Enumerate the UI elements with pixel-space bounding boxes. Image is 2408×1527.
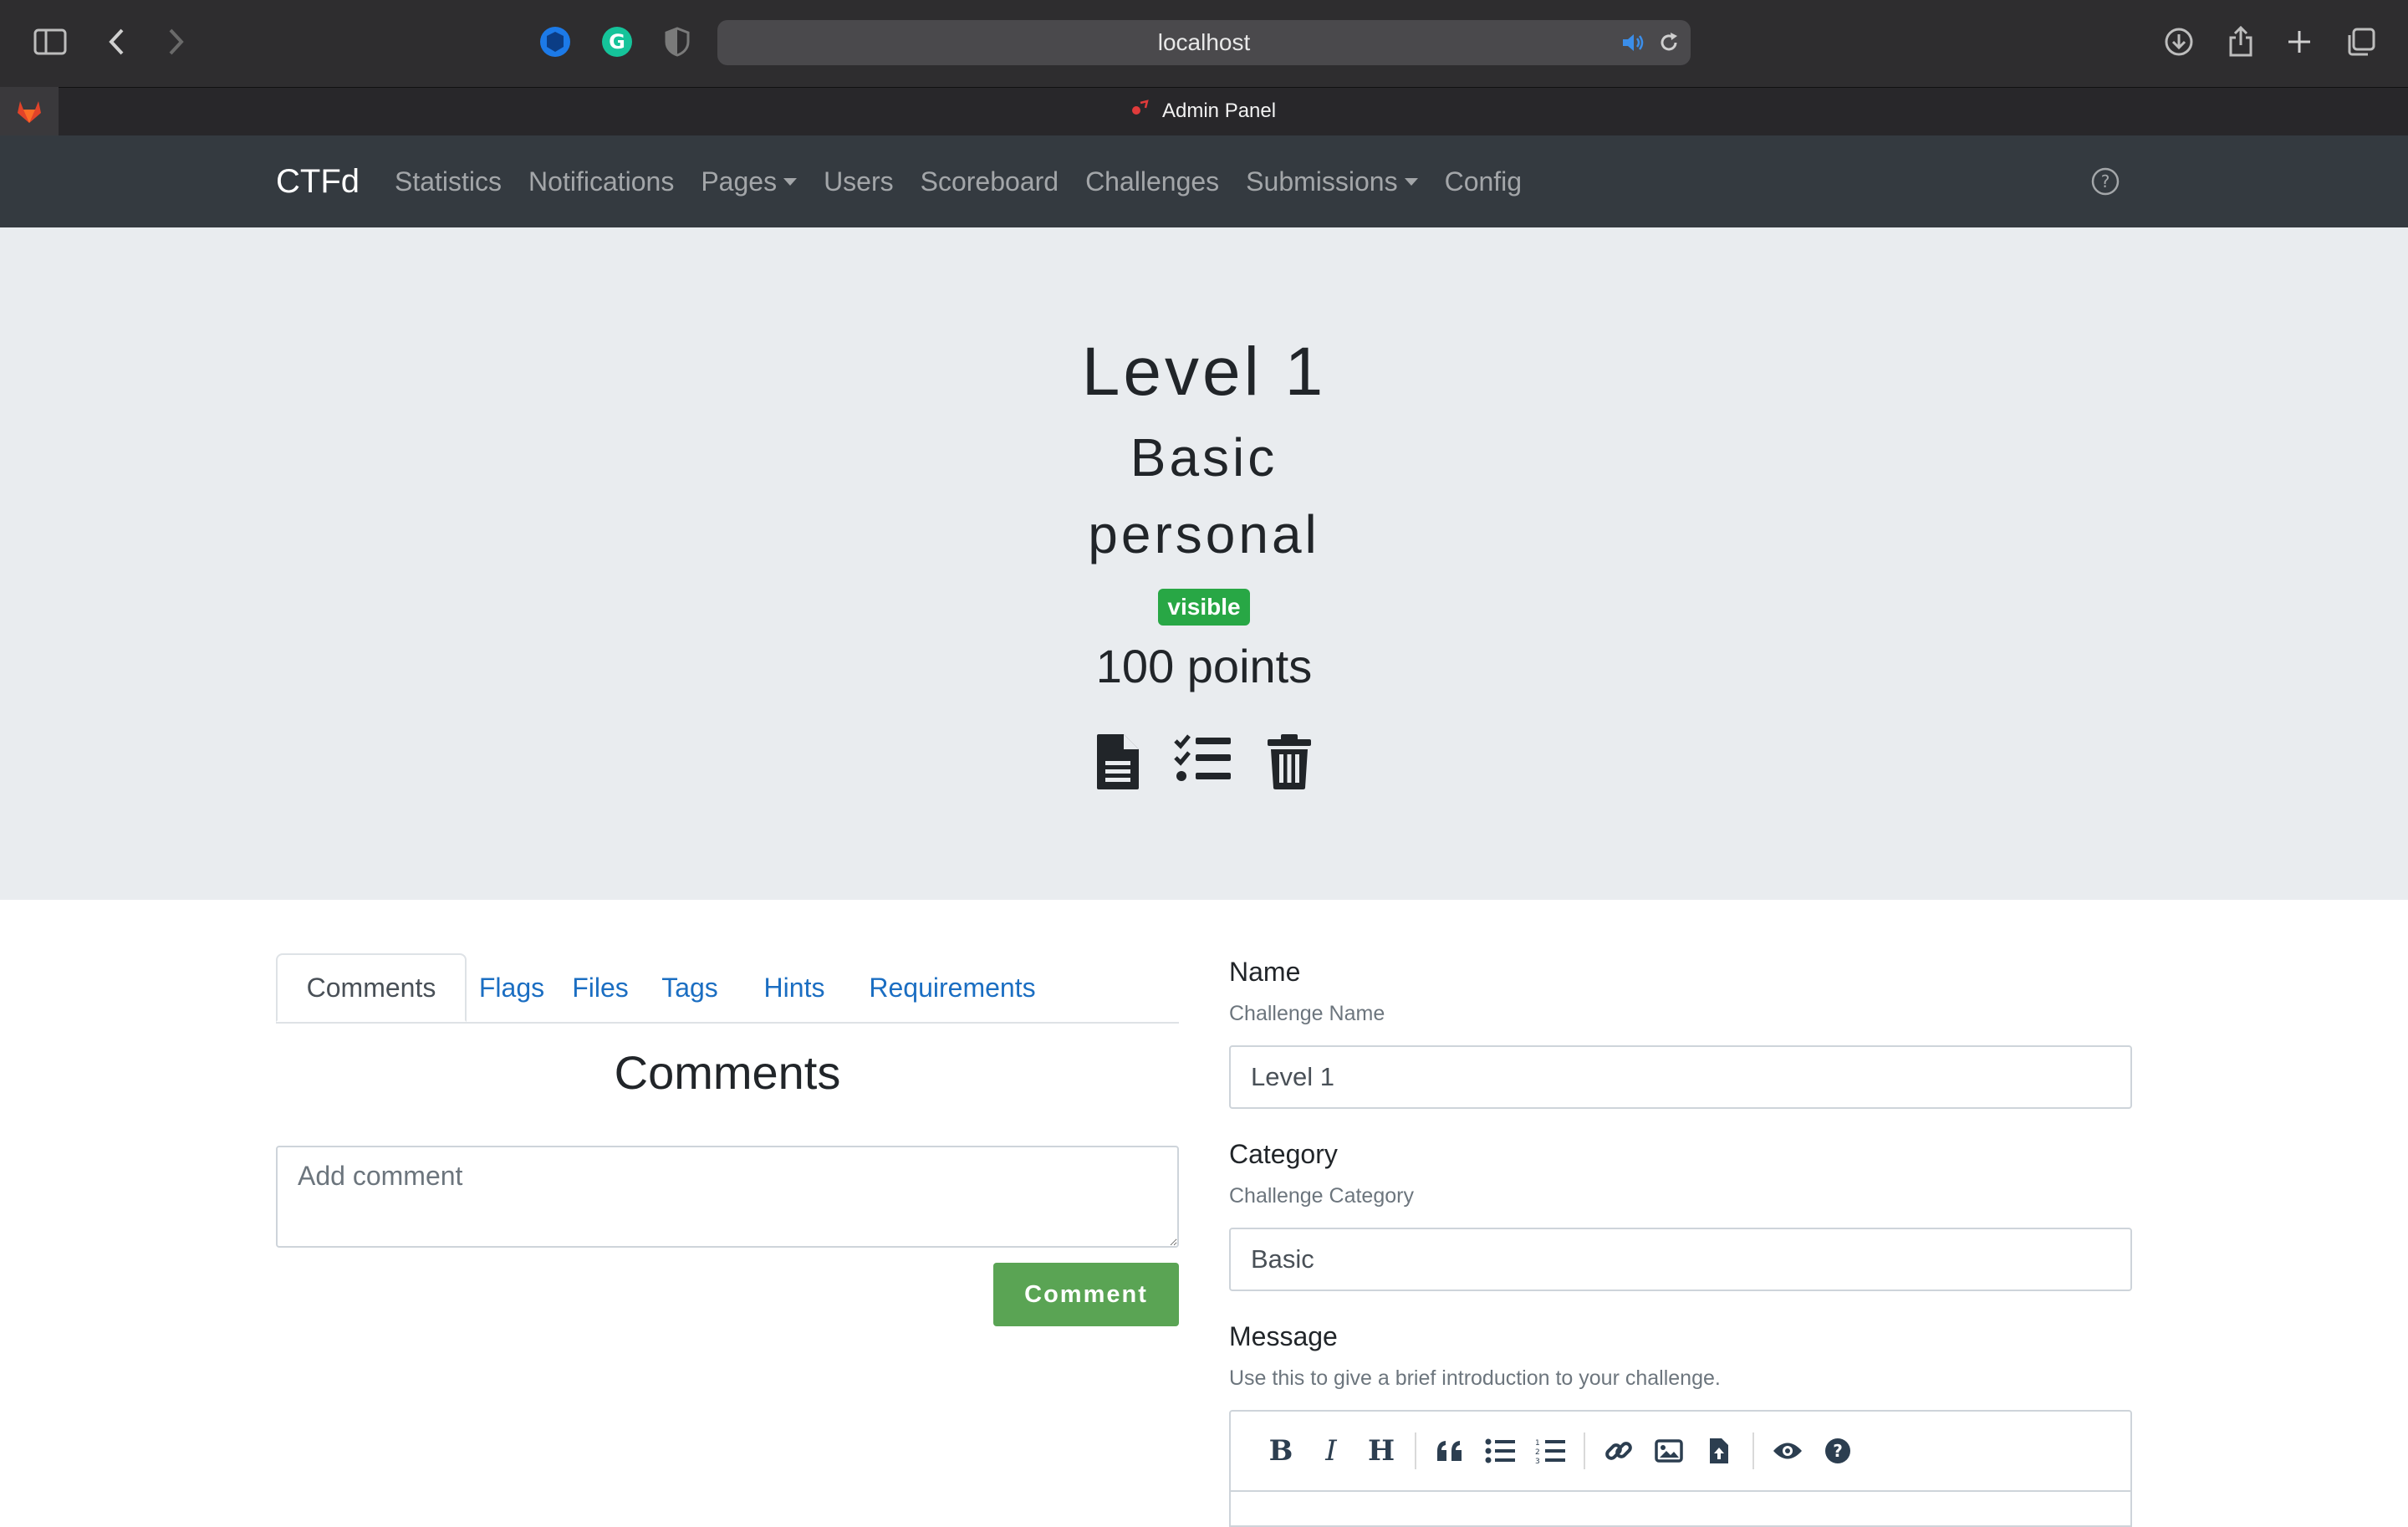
svg-text:?: ? <box>1833 1441 1843 1461</box>
nav-item-notifications[interactable]: Notifications <box>528 166 674 197</box>
message-label: Message <box>1229 1321 1338 1351</box>
nav-label: Challenges <box>1085 166 1220 197</box>
audio-playing-icon[interactable] <box>1620 30 1645 59</box>
tab-tags[interactable]: Tags <box>644 953 736 1022</box>
challenge-title: Level 1 <box>1081 334 1327 410</box>
nav-item-pages-dropdown[interactable]: Pages <box>701 166 798 197</box>
quote-icon[interactable] <box>1425 1426 1475 1476</box>
nav-item-config[interactable]: Config <box>1445 166 1523 197</box>
tab-files[interactable]: Files <box>557 953 644 1022</box>
nav-label: Notifications <box>528 166 675 197</box>
editor-toolbar: B I H 123 ? <box>1231 1412 2130 1492</box>
new-tab-icon[interactable] <box>2283 25 2316 59</box>
tasks-list-icon[interactable] <box>1174 733 1232 791</box>
comments-heading: Comments <box>614 1046 841 1099</box>
svg-text:?: ? <box>2101 171 2110 192</box>
back-icon[interactable] <box>100 25 134 59</box>
nav-item-submissions-dropdown[interactable]: Submissions <box>1246 166 1418 197</box>
address-bar[interactable]: localhost <box>717 20 1691 65</box>
file-text-icon[interactable] <box>1095 733 1140 791</box>
forward-icon[interactable] <box>159 25 192 59</box>
challenge-actions <box>1095 733 1313 791</box>
heading-icon[interactable]: H <box>1356 1426 1406 1476</box>
privacy-shield-icon[interactable] <box>661 25 694 59</box>
preview-icon[interactable] <box>1763 1426 1813 1476</box>
name-help-text: Challenge Name <box>1229 1002 1385 1025</box>
trash-icon[interactable] <box>1266 733 1313 791</box>
tab-comments[interactable]: Comments <box>276 953 467 1022</box>
tab-flags[interactable]: Flags <box>467 953 557 1022</box>
nav-item-statistics[interactable]: Statistics <box>395 166 502 197</box>
svg-text:2: 2 <box>1535 1448 1540 1457</box>
nav-label: Statistics <box>395 166 503 197</box>
challenge-category: Basic <box>1130 427 1278 488</box>
nav-item-users[interactable]: Users <box>824 166 894 197</box>
tab-favicon-icon <box>1129 98 1150 125</box>
challenge-category-input[interactable] <box>1229 1228 2132 1291</box>
challenge-tabs: Comments Flags Files Tags Hints Requirem… <box>276 953 1179 1024</box>
navbar-menu: Statistics Notifications Pages Users Sco… <box>395 135 1548 227</box>
tab-overview-icon[interactable] <box>2344 25 2378 59</box>
svg-text:3: 3 <box>1535 1458 1540 1464</box>
challenge-name-input[interactable] <box>1229 1045 2132 1109</box>
comment-textarea[interactable] <box>276 1146 1179 1248</box>
category-label: Category <box>1229 1139 1338 1169</box>
url-text[interactable]: localhost <box>717 20 1691 65</box>
extension-shield-icon[interactable] <box>538 25 572 59</box>
bold-icon[interactable]: B <box>1256 1426 1306 1476</box>
category-help-text: Challenge Category <box>1229 1184 1414 1208</box>
challenge-type: personal <box>1088 504 1320 564</box>
nav-label: Submissions <box>1246 166 1398 197</box>
nav-label: Users <box>824 166 894 197</box>
nav-label: Scoreboard <box>920 166 1059 197</box>
caret-down-icon <box>1404 177 1418 186</box>
markdown-editor: B I H 123 ? <box>1229 1410 2132 1527</box>
ordered-list-icon[interactable]: 123 <box>1525 1426 1575 1476</box>
nav-item-scoreboard[interactable]: Scoreboard <box>921 166 1059 197</box>
browser-tab[interactable]: Admin Panel <box>1129 87 1276 135</box>
nav-label: Config <box>1444 166 1523 197</box>
help-question-icon[interactable]: ? <box>2090 166 2120 197</box>
reload-icon[interactable] <box>1657 31 1681 59</box>
unordered-list-icon[interactable] <box>1475 1426 1525 1476</box>
image-icon[interactable] <box>1644 1426 1694 1476</box>
browser-toolbar: G localhost <box>0 0 2408 87</box>
downloads-icon[interactable] <box>2162 25 2196 59</box>
challenge-points: 100 points <box>1095 640 1313 692</box>
tab-requirements[interactable]: Requirements <box>853 953 1052 1022</box>
nav-label: Pages <box>701 166 778 197</box>
status-badge: visible <box>1158 589 1250 626</box>
italic-icon[interactable]: I <box>1306 1426 1356 1476</box>
caret-down-icon <box>783 177 798 186</box>
toolbar-separator <box>1752 1433 1754 1469</box>
toolbar-separator <box>1415 1433 1416 1469</box>
sidebar-toggle-icon[interactable] <box>33 25 67 59</box>
grammarly-icon[interactable]: G <box>600 25 634 59</box>
toolbar-separator <box>1584 1433 1585 1469</box>
message-help-text: Use this to give a brief introduction to… <box>1229 1366 1721 1390</box>
tab-hints[interactable]: Hints <box>736 953 853 1022</box>
svg-text:1: 1 <box>1535 1439 1540 1448</box>
tab-title: Admin Panel <box>1162 100 1277 122</box>
link-icon[interactable] <box>1594 1426 1644 1476</box>
guide-icon[interactable]: ? <box>1813 1426 1863 1476</box>
nav-item-challenges[interactable]: Challenges <box>1085 166 1219 197</box>
navbar-brand[interactable]: CTFd <box>276 135 360 227</box>
share-icon[interactable] <box>2224 25 2258 59</box>
svg-text:G: G <box>609 30 625 54</box>
pinned-tab-gitlab-icon[interactable] <box>0 87 59 135</box>
upload-file-icon[interactable] <box>1694 1426 1744 1476</box>
name-label: Name <box>1229 957 1301 987</box>
comment-button[interactable]: Comment <box>993 1263 1179 1326</box>
